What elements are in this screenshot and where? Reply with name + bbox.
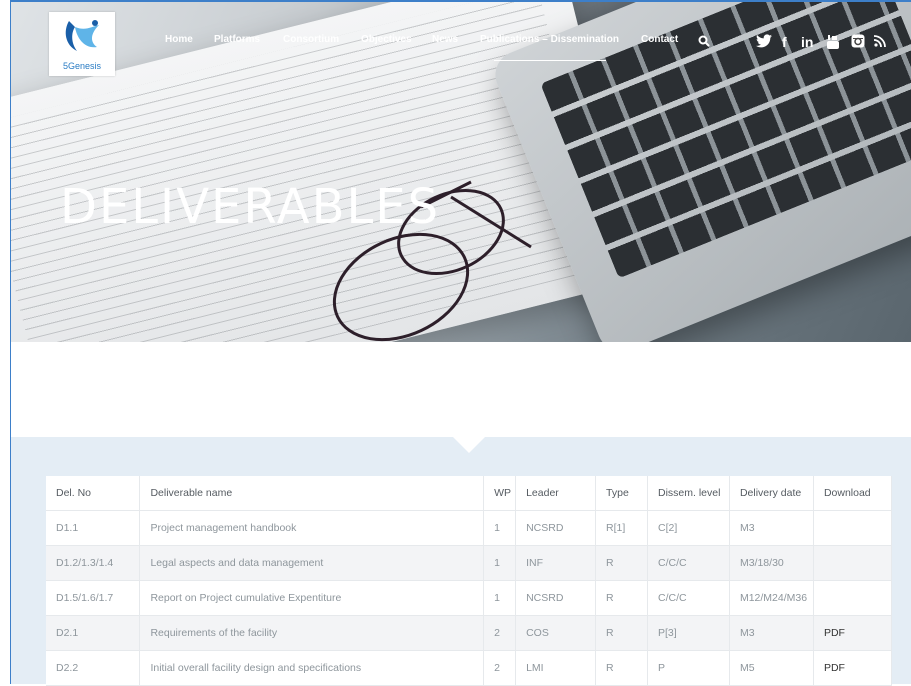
table-cell: D1.2/1.3/1.4 (46, 545, 141, 581)
nav-item-platforms[interactable]: Platforms (214, 34, 260, 45)
table-row: D1.5/1.6/1.7 Report on Project cumulativ… (46, 580, 893, 616)
window-frame-left (0, 0, 11, 684)
nav-item-publications[interactable]: Publications – Dissemination (480, 34, 619, 45)
table-cell: M12/M24/M36 (729, 580, 814, 616)
download-cell (813, 580, 893, 616)
table-cell: R (595, 545, 649, 581)
table-cell: D1.1 (46, 510, 141, 546)
table-cell: M5 (729, 650, 814, 686)
table-cell: M3 (729, 615, 814, 651)
table-cell: D2.1 (46, 615, 141, 651)
youtube-icon[interactable] (826, 34, 840, 53)
table-cell: Initial overall facility design and spec… (139, 650, 485, 686)
table-row: D1.1 Project management handbook 1 NCSRD… (46, 510, 893, 546)
bird-logo-icon (65, 20, 99, 51)
table-row: D2.1 Requirements of the facility 2 COS … (46, 615, 893, 651)
table-cell: C/C/C (647, 545, 730, 581)
column-header: Leader (515, 476, 597, 511)
rss-icon[interactable] (873, 34, 886, 50)
column-header: WP (483, 476, 517, 511)
table-cell: D1.5/1.6/1.7 (46, 580, 141, 616)
download-cell (813, 545, 893, 581)
table-cell: Requirements of the facility (139, 615, 485, 651)
pdf-download-link[interactable]: PDF (813, 615, 893, 651)
nav-item-objectives[interactable]: Objectives (361, 34, 412, 45)
column-header: Type (595, 476, 649, 511)
deliverables-table: Del. No Deliverable name WP Leader Type … (46, 476, 893, 686)
window-frame-top (0, 0, 911, 2)
nav-item-news[interactable]: News (432, 34, 458, 45)
page-title: DELIVERABLES (60, 179, 441, 235)
download-cell (813, 510, 893, 546)
table-cell: 1 (483, 580, 517, 616)
table-cell: Report on Project cumulative Expentiture (139, 580, 485, 616)
active-nav-indicator (494, 60, 606, 61)
table-cell: 2 (483, 615, 517, 651)
twitter-icon[interactable] (756, 34, 772, 51)
table-cell: COS (515, 615, 597, 651)
table-cell: 2 (483, 650, 517, 686)
table-cell: Project management handbook (139, 510, 485, 546)
table-cell: R (595, 650, 649, 686)
pdf-download-link[interactable]: PDF (813, 650, 893, 686)
table-cell: M3/18/30 (729, 545, 814, 581)
logo[interactable]: 5Genesis (49, 12, 115, 76)
table-cell: M3 (729, 510, 814, 546)
table-cell: INF (515, 545, 597, 581)
column-header: Del. No (46, 476, 141, 511)
table-cell: R (595, 580, 649, 616)
table-cell: 1 (483, 545, 517, 581)
logo-text: 5Genesis (62, 61, 102, 71)
nav-item-contact[interactable]: Contact (641, 34, 678, 45)
column-header: Delivery date (729, 476, 814, 511)
table-row: D1.2/1.3/1.4 Legal aspects and data mana… (46, 545, 893, 581)
nav-item-consortium[interactable]: Consortium (283, 34, 339, 45)
search-icon[interactable] (698, 34, 710, 50)
linkedin-icon[interactable]: in (801, 34, 813, 50)
table-cell: C/C/C (647, 580, 730, 616)
facebook-icon[interactable]: f (782, 34, 787, 50)
table-cell: NCSRD (515, 510, 597, 546)
column-header: Deliverable name (139, 476, 485, 511)
table-row: D2.2 Initial overall facility design and… (46, 650, 893, 686)
table-cell: 1 (483, 510, 517, 546)
table-cell: R[1] (595, 510, 649, 546)
table-cell: C[2] (647, 510, 730, 546)
table-cell: D2.2 (46, 650, 141, 686)
table-cell: R (595, 615, 649, 651)
table-cell: LMI (515, 650, 597, 686)
instagram-icon[interactable] (851, 34, 865, 51)
table-cell: NCSRD (515, 580, 597, 616)
column-header: Dissem. level (647, 476, 730, 511)
nav-item-home[interactable]: Home (165, 34, 193, 45)
section-notch (452, 436, 486, 453)
column-header: Download (813, 476, 893, 511)
table-cell: Legal aspects and data management (139, 545, 485, 581)
table-header-row: Del. No Deliverable name WP Leader Type … (46, 476, 893, 511)
hero-banner: DELIVERABLES (11, 2, 911, 342)
table-cell: P (647, 650, 730, 686)
table-cell: P[3] (647, 615, 730, 651)
